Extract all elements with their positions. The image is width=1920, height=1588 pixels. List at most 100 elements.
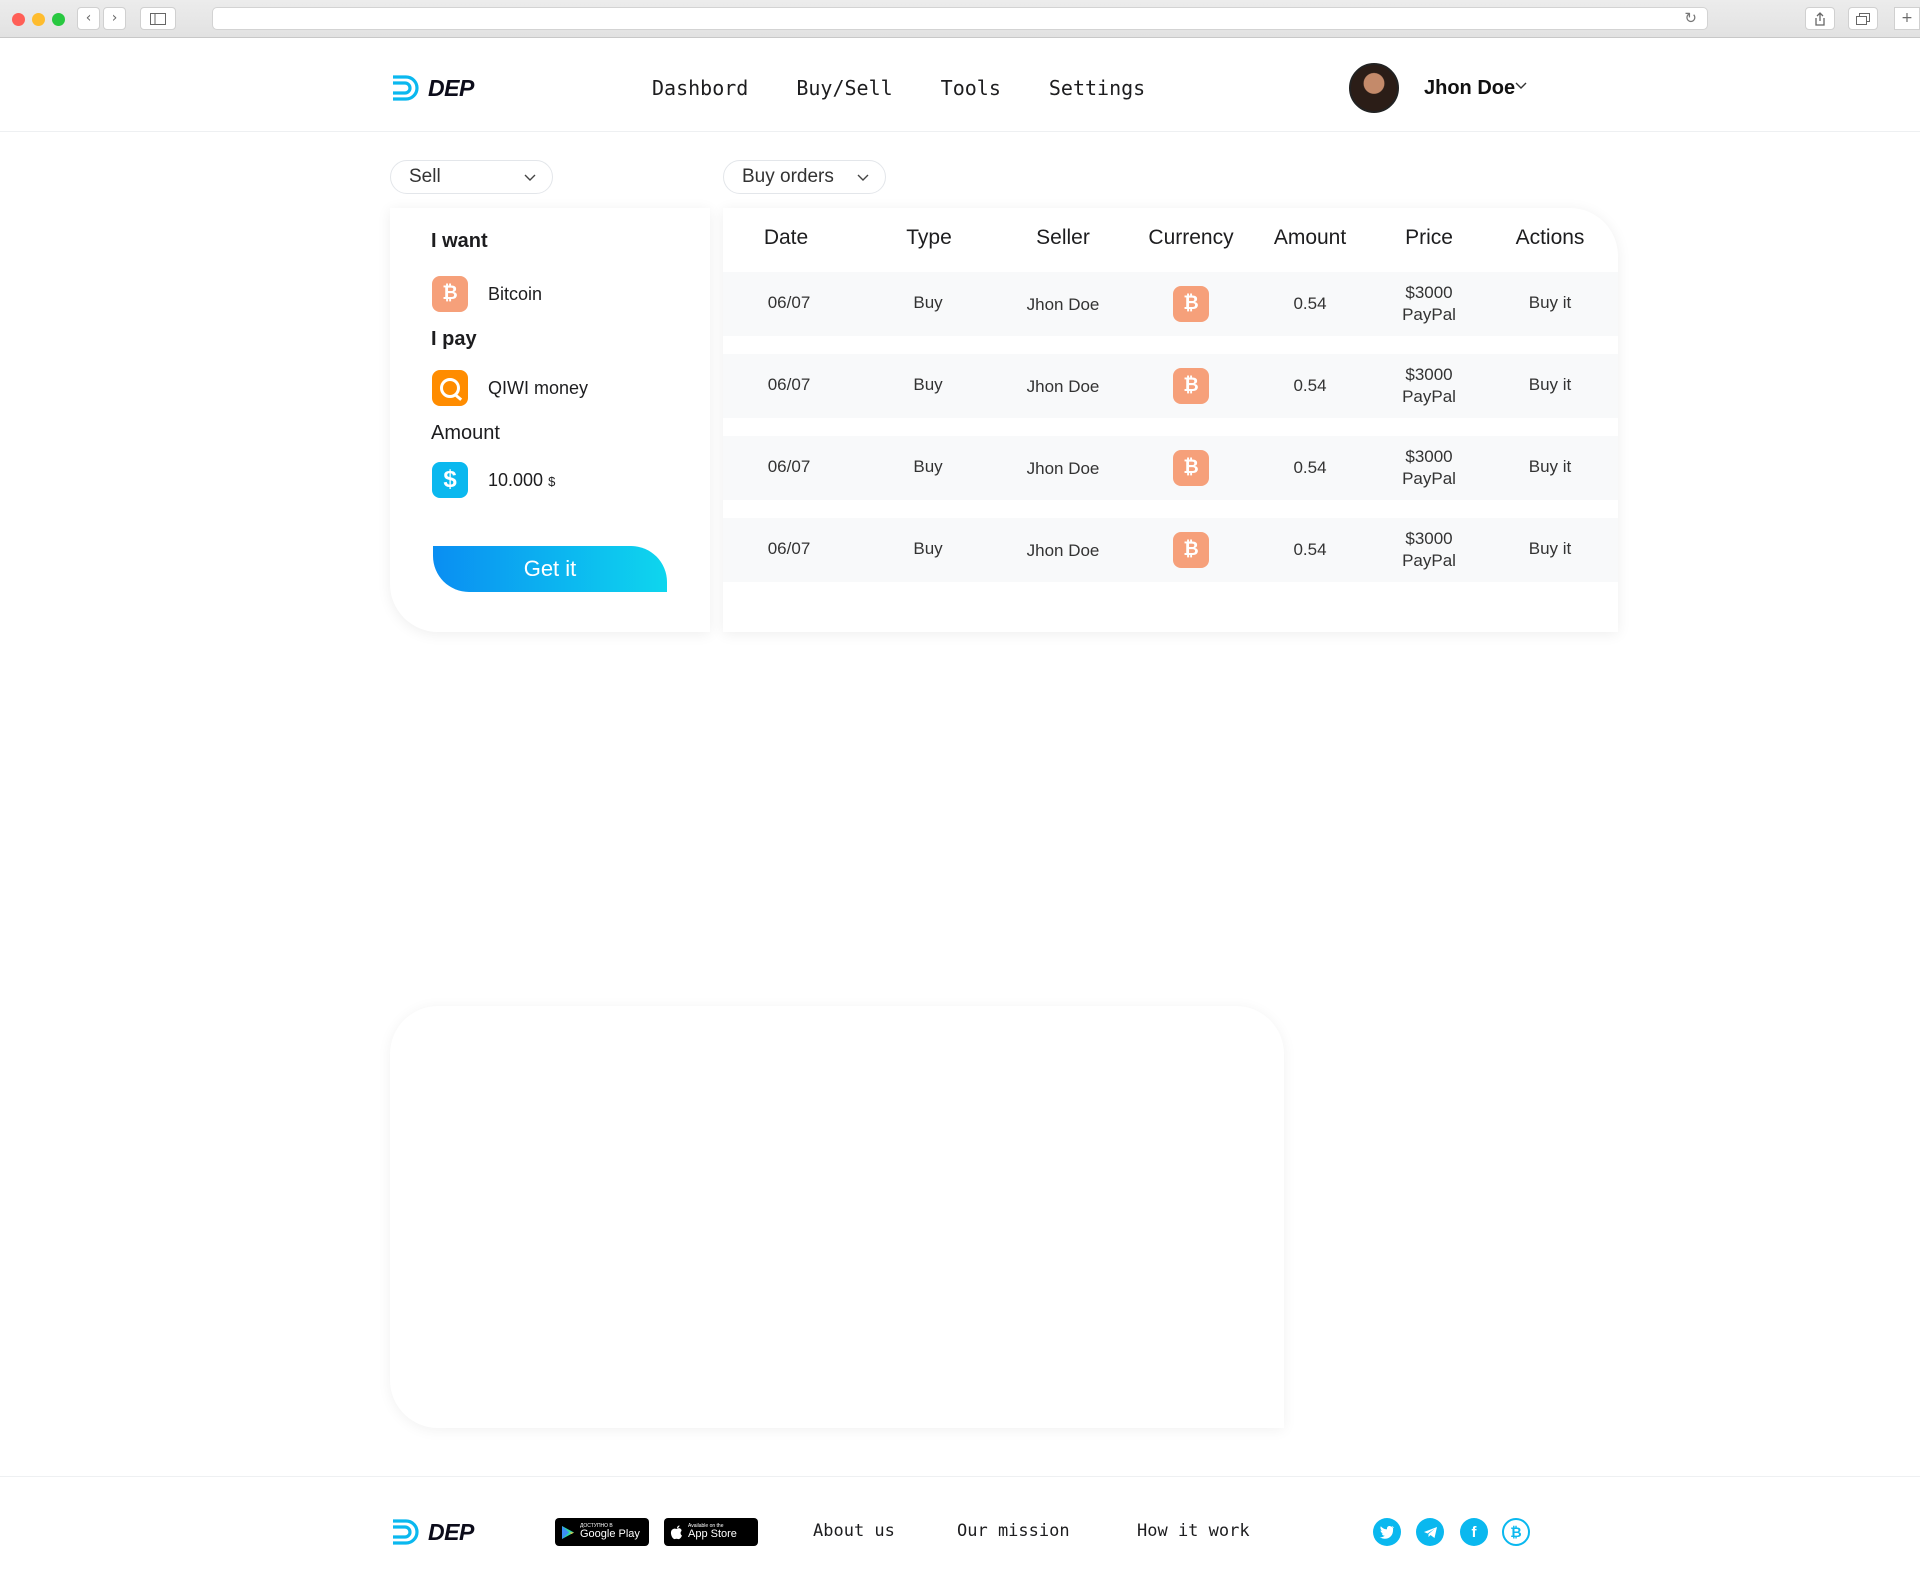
cell-seller: Jhon Doe bbox=[1026, 459, 1100, 478]
price-method: PayPal bbox=[1402, 387, 1456, 406]
content-card bbox=[390, 1006, 1284, 1428]
amount-field[interactable]: $ 10.000 $ bbox=[432, 462, 555, 498]
column-date: Date bbox=[763, 226, 809, 249]
price-value: $3000 bbox=[1405, 529, 1453, 548]
telegram-icon[interactable] bbox=[1416, 1518, 1444, 1546]
column-price: Price bbox=[1405, 226, 1453, 249]
back-icon[interactable]: ‹ bbox=[77, 7, 100, 30]
want-value: Bitcoin bbox=[488, 283, 543, 304]
google-play-badge[interactable]: ДОСТУПНО В Google Play bbox=[555, 1518, 649, 1546]
cell-amount: 0.54 bbox=[1293, 294, 1327, 313]
browser-toolbar: ‹ › ↻ + bbox=[0, 0, 1920, 38]
zoom-window-button[interactable] bbox=[52, 13, 65, 26]
nav-buy-sell[interactable]: Buy/Sell bbox=[796, 76, 892, 100]
bitcoin-icon: ₿ bbox=[1173, 532, 1209, 568]
cell-amount: 0.54 bbox=[1293, 458, 1327, 477]
price-value: $3000 bbox=[1405, 365, 1453, 384]
cell-price: $3000 PayPal bbox=[1402, 282, 1456, 326]
want-field[interactable]: ₿ Bitcoin bbox=[432, 276, 542, 312]
chevron-down-icon bbox=[524, 161, 536, 194]
orders-select[interactable]: Buy orders bbox=[723, 160, 886, 194]
dollar-icon: $ bbox=[432, 462, 468, 498]
footer-link-about[interactable]: About us bbox=[813, 1521, 895, 1541]
cell-seller: Jhon Doe bbox=[1026, 541, 1100, 560]
google-play-icon bbox=[562, 1525, 574, 1539]
facebook-icon[interactable]: f bbox=[1460, 1518, 1488, 1546]
nav-settings[interactable]: Settings bbox=[1049, 76, 1145, 100]
logo[interactable]: DEP bbox=[390, 72, 474, 104]
logo-icon bbox=[393, 75, 419, 101]
bitcoin-icon: ₿ bbox=[1173, 368, 1209, 404]
user-name[interactable]: Jhon Doe bbox=[1424, 77, 1515, 100]
minimize-window-button[interactable] bbox=[32, 13, 45, 26]
bitcoin-icon: ₿ bbox=[1173, 450, 1209, 486]
buy-it-link[interactable]: Buy it bbox=[1529, 457, 1572, 477]
amount-number: 10.000 bbox=[488, 469, 544, 490]
app-store-badge[interactable]: Available on the App Store bbox=[664, 1518, 758, 1546]
exchange-form: I want ₿ Bitcoin I pay QIWI money Amount… bbox=[390, 208, 710, 632]
amount-unit: $ bbox=[548, 473, 556, 489]
pay-label: I pay bbox=[431, 328, 477, 350]
cell-type: Buy bbox=[913, 293, 943, 312]
main-nav: Dashbord Buy/Sell Tools Settings bbox=[652, 76, 1145, 100]
cell-amount: 0.54 bbox=[1293, 540, 1327, 559]
cell-type: Buy bbox=[913, 375, 943, 394]
app-store-big: App Store bbox=[688, 1528, 737, 1540]
table-row: 06/07 Buy Jhon Doe ₿ 0.54 $3000 PayPal B… bbox=[723, 354, 1618, 418]
footer-logo[interactable]: DEP bbox=[390, 1516, 474, 1548]
cell-date: 06/07 bbox=[767, 457, 811, 476]
pay-field[interactable]: QIWI money bbox=[432, 370, 588, 406]
bitcoin-icon: ₿ bbox=[432, 276, 468, 312]
amount-value: 10.000 $ bbox=[488, 470, 555, 491]
mode-select-value: Sell bbox=[409, 166, 441, 187]
get-it-button[interactable]: Get it bbox=[433, 546, 667, 592]
cell-date: 06/07 bbox=[767, 293, 811, 312]
price-value: $3000 bbox=[1405, 447, 1453, 466]
tabs-overview-icon[interactable] bbox=[1848, 7, 1878, 30]
cell-seller: Jhon Doe bbox=[1026, 295, 1100, 314]
close-window-button[interactable] bbox=[12, 13, 25, 26]
price-method: PayPal bbox=[1402, 469, 1456, 488]
cell-date: 06/07 bbox=[767, 539, 811, 558]
logo-text: DEP bbox=[428, 74, 474, 101]
buy-it-link[interactable]: Buy it bbox=[1529, 375, 1572, 395]
twitter-icon[interactable] bbox=[1373, 1518, 1401, 1546]
apple-icon bbox=[670, 1525, 682, 1539]
orders-select-value: Buy orders bbox=[742, 166, 834, 187]
share-icon[interactable] bbox=[1805, 7, 1835, 30]
want-label: I want bbox=[431, 230, 488, 252]
avatar[interactable] bbox=[1349, 63, 1399, 113]
footer-link-mission[interactable]: Our mission bbox=[957, 1521, 1070, 1541]
column-amount: Amount bbox=[1273, 226, 1347, 249]
column-type: Type bbox=[906, 226, 952, 249]
column-seller: Seller bbox=[1036, 226, 1090, 249]
reload-icon[interactable]: ↻ bbox=[1684, 9, 1697, 27]
cell-price: $3000 PayPal bbox=[1402, 364, 1456, 408]
google-play-big: Google Play bbox=[580, 1528, 640, 1540]
address-bar[interactable]: ↻ bbox=[212, 7, 1708, 30]
orders-table: Date Type Seller Currency Amount Price A… bbox=[723, 208, 1618, 632]
cell-price: $3000 PayPal bbox=[1402, 528, 1456, 572]
buy-it-link[interactable]: Buy it bbox=[1529, 293, 1572, 313]
new-tab-icon[interactable]: + bbox=[1894, 7, 1920, 30]
bitcoin-icon: ₿ bbox=[1173, 286, 1209, 322]
nav-dashboard[interactable]: Dashbord bbox=[652, 76, 748, 100]
cell-type: Buy bbox=[913, 457, 943, 476]
price-method: PayPal bbox=[1402, 551, 1456, 570]
sidebar-toggle-icon[interactable] bbox=[140, 7, 176, 30]
column-actions: Actions bbox=[1515, 226, 1585, 249]
table-row: 06/07 Buy Jhon Doe ₿ 0.54 $3000 PayPal B… bbox=[723, 436, 1618, 500]
cell-type: Buy bbox=[913, 539, 943, 558]
chevron-down-icon[interactable] bbox=[1514, 78, 1528, 94]
nav-tools[interactable]: Tools bbox=[941, 76, 1001, 100]
column-currency: Currency bbox=[1148, 226, 1234, 249]
chevron-down-icon bbox=[857, 161, 869, 194]
buy-it-link[interactable]: Buy it bbox=[1529, 539, 1572, 559]
table-row: 06/07 Buy Jhon Doe ₿ 0.54 $3000 PayPal B… bbox=[723, 518, 1618, 582]
bitcoin-icon[interactable]: ₿ bbox=[1502, 1518, 1530, 1546]
cell-price: $3000 PayPal bbox=[1402, 446, 1456, 490]
forward-icon[interactable]: › bbox=[103, 7, 126, 30]
footer-link-how[interactable]: How it work bbox=[1137, 1521, 1250, 1541]
mode-select[interactable]: Sell bbox=[390, 160, 553, 194]
price-method: PayPal bbox=[1402, 305, 1456, 324]
